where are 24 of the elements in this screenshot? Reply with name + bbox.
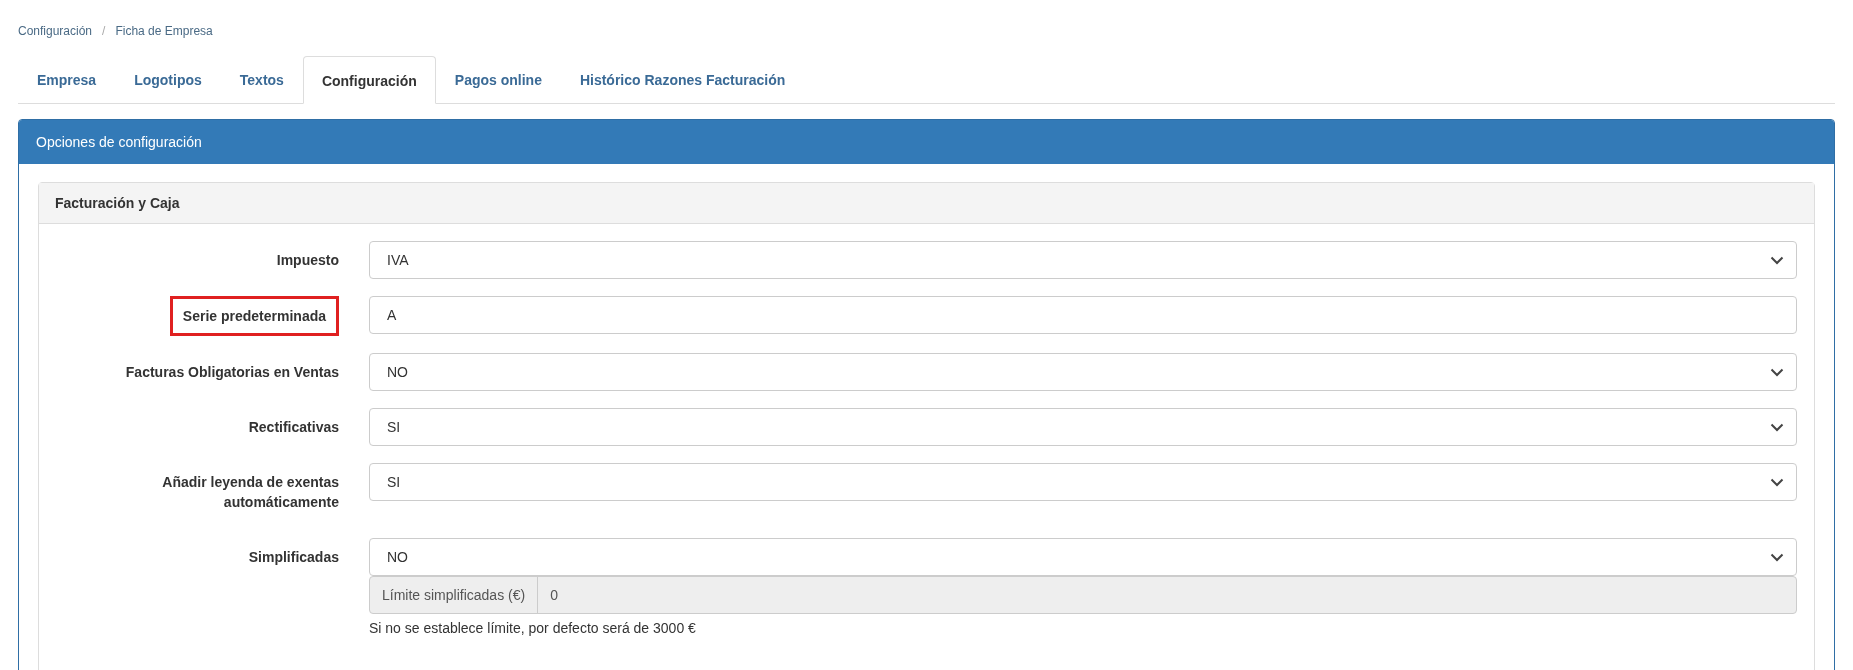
field-label: Impuesto <box>276 251 339 270</box>
select-field[interactable]: SI <box>369 463 1797 501</box>
breadcrumb-link[interactable]: Configuración <box>18 24 93 38</box>
breadcrumb-link[interactable]: Ficha de Empresa <box>115 24 213 38</box>
breadcrumb-separator: / <box>102 24 106 38</box>
help-text: Si no se establece límite, por defecto será de 3000 € <box>369 620 697 636</box>
chevron-down-icon <box>1770 367 1784 377</box>
panel-header: Opciones de configuración <box>19 120 1834 164</box>
field-label: Simplificadas <box>248 548 339 567</box>
select-field[interactable]: NO <box>369 538 1797 576</box>
chevron-down-icon <box>1770 477 1784 487</box>
highlighted-field-label: Serie predeterminada <box>169 296 339 336</box>
field-label: Rectificativas <box>248 418 339 437</box>
input-field[interactable]: A <box>369 296 1797 334</box>
field-label: Facturas Obligatorias en Ventas <box>125 363 339 382</box>
section-header: Facturación y Caja <box>39 183 1814 224</box>
chevron-down-icon <box>1770 422 1784 432</box>
chevron-down-icon <box>1770 255 1784 265</box>
select-field[interactable]: NO <box>369 353 1797 391</box>
field-label: Añadir leyenda de exentas automáticamente <box>161 473 339 512</box>
tab[interactable]: Configuración <box>302 56 436 104</box>
chevron-down-icon <box>1770 552 1784 562</box>
select-field[interactable]: SI <box>369 408 1797 446</box>
select-field[interactable]: IVA <box>369 241 1797 279</box>
